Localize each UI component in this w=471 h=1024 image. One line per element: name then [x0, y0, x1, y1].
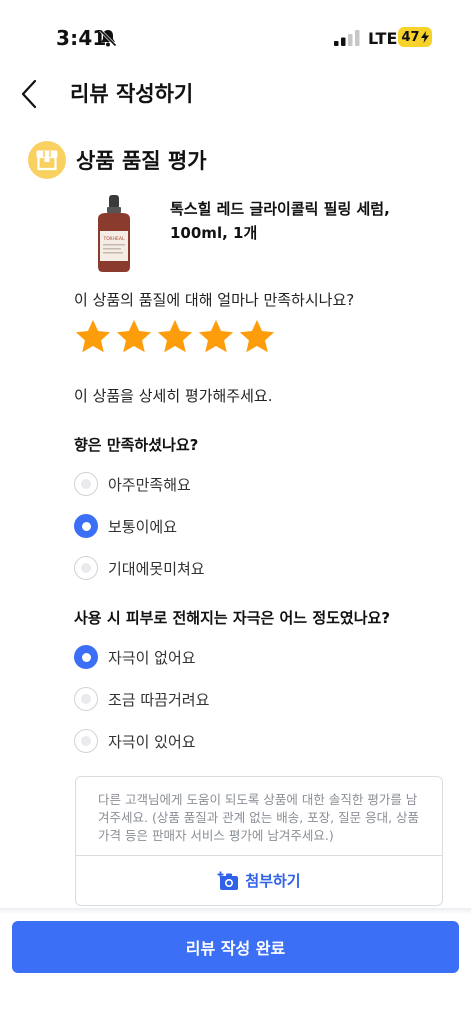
- option-label: 기대에못미쳐요: [108, 559, 205, 578]
- option-irritation-2[interactable]: 조금 따끔거려요: [74, 684, 209, 714]
- battery-level: 47: [401, 29, 420, 45]
- chevron-left-icon: [21, 79, 37, 109]
- section-title: 상품 품질 평가: [76, 149, 207, 173]
- detail-lead-text: 이 상품을 상세히 평가해주세요.: [74, 387, 273, 405]
- star-icon[interactable]: [238, 318, 276, 356]
- radio-button[interactable]: [74, 645, 98, 669]
- box-icon: [28, 141, 66, 179]
- star-icon[interactable]: [197, 318, 235, 356]
- status-bar: 3:41 LTE 47: [0, 0, 471, 70]
- page-title: 리뷰 작성하기: [70, 82, 194, 106]
- radio-button[interactable]: [74, 514, 98, 538]
- radio-button[interactable]: [74, 687, 98, 711]
- network-type: LTE: [368, 29, 398, 48]
- option-label: 아주만족해요: [108, 475, 191, 494]
- back-button[interactable]: [14, 76, 44, 112]
- camera-add-icon: [217, 871, 239, 890]
- option-scent-2[interactable]: 보통이에요: [74, 511, 177, 541]
- option-irritation-1[interactable]: 자극이 없어요: [74, 642, 196, 672]
- charging-bolt-icon: [420, 31, 429, 43]
- option-irritation-3[interactable]: 자극이 있어요: [74, 726, 196, 756]
- battery-indicator: 47: [398, 27, 432, 47]
- signal-icon: [334, 30, 360, 46]
- app-header: 리뷰 작성하기: [0, 70, 471, 120]
- submit-review-button[interactable]: 리뷰 작성 완료: [12, 921, 459, 973]
- star-rating: [74, 318, 276, 356]
- radio-button[interactable]: [74, 729, 98, 753]
- product-name: 톡스힐 레드 글라이콜릭 필링 세럼, 100ml, 1개: [170, 200, 390, 242]
- product-image: TOXHEAL: [98, 195, 130, 272]
- option-label: 보통이에요: [108, 517, 178, 536]
- star-icon[interactable]: [74, 318, 112, 356]
- radio-button[interactable]: [74, 472, 98, 496]
- product-label-text: TOXHEAL: [103, 236, 125, 242]
- option-scent-3[interactable]: 기대에못미쳐요: [74, 553, 205, 583]
- section-header: 상품 품질 평가: [28, 140, 207, 180]
- star-icon[interactable]: [115, 318, 153, 356]
- radio-button[interactable]: [74, 556, 98, 580]
- review-input-box: 다른 고객님에게 도움이 되도록 상품에 대한 솔직한 평가를 남겨주세요. (…: [75, 776, 443, 906]
- option-label: 조금 따끔거려요: [108, 690, 210, 709]
- attach-label: 첨부하기: [245, 872, 301, 890]
- question-irritation-title: 사용 시 피부로 전해지는 자극은 어느 정도였나요?: [74, 609, 391, 627]
- rating-question: 이 상품의 품질에 대해 얼마나 만족하시나요?: [74, 291, 355, 309]
- product-info: TOXHEAL 톡스힐 레드 글라이콜릭 필링 세럼, 100ml, 1개: [88, 195, 448, 275]
- option-scent-1[interactable]: 아주만족해요: [74, 469, 191, 499]
- star-icon[interactable]: [156, 318, 194, 356]
- option-label: 자극이 없어요: [108, 648, 196, 667]
- bell-off-icon: [99, 29, 117, 47]
- attach-button[interactable]: 첨부하기: [76, 855, 442, 905]
- question-scent-title: 향은 만족하셨나요?: [74, 436, 199, 454]
- review-textarea[interactable]: 다른 고객님에게 도움이 되도록 상품에 대한 솔직한 평가를 남겨주세요. (…: [98, 791, 428, 845]
- bottom-bar-divider: [0, 908, 471, 914]
- option-label: 자극이 있어요: [108, 732, 196, 751]
